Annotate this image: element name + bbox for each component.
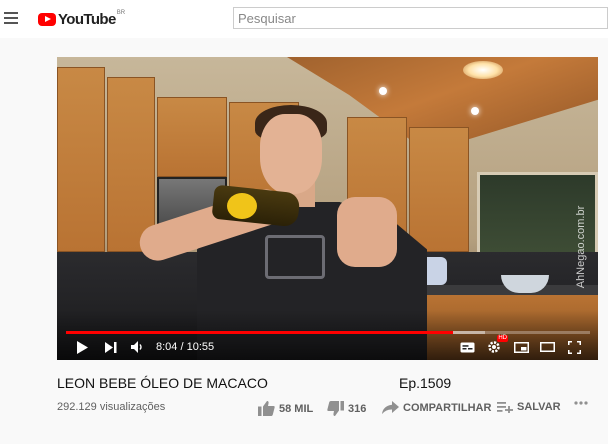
save-button[interactable]: SALVAR xyxy=(497,401,561,413)
current-time: 8:04 xyxy=(156,341,178,353)
fullscreen-button[interactable] xyxy=(565,339,583,355)
progress-bar[interactable] xyxy=(66,331,590,334)
share-button[interactable]: COMPARTILHAR xyxy=(382,401,491,414)
like-button[interactable]: 58 MIL xyxy=(258,401,313,416)
video-player[interactable]: AhNegao.com.br 8:04 / 10:55 HD xyxy=(57,57,598,360)
subtitles-button[interactable] xyxy=(458,339,476,355)
skip-next-icon xyxy=(105,341,117,353)
theater-mode-icon xyxy=(539,342,555,352)
play-button[interactable] xyxy=(74,339,90,355)
youtube-play-logo-icon xyxy=(38,12,56,26)
search-input[interactable] xyxy=(234,8,607,28)
playlist-add-icon xyxy=(497,402,513,413)
logo-text: YouTube xyxy=(58,10,116,28)
watermark: AhNegao.com.br xyxy=(575,205,587,289)
subtitles-icon xyxy=(460,342,474,352)
next-button[interactable] xyxy=(103,339,119,355)
more-actions-button[interactable] xyxy=(574,401,592,405)
gear-icon xyxy=(488,341,500,353)
hamburger-icon[interactable] xyxy=(4,12,18,24)
progress-played xyxy=(66,331,453,334)
thumbs-down-icon xyxy=(327,401,344,416)
duration: 10:55 xyxy=(186,341,215,353)
dislike-button[interactable]: 316 xyxy=(327,401,366,416)
view-count: 292.129 visualizações xyxy=(57,401,166,413)
video-title: LEON BEBE ÓLEO DE MACACO xyxy=(57,375,268,391)
share-label: COMPARTILHAR xyxy=(403,401,492,414)
hd-badge: HD xyxy=(497,335,508,342)
dislike-count: 316 xyxy=(348,402,367,415)
theater-mode-button[interactable] xyxy=(538,339,556,355)
like-count: 58 MIL xyxy=(279,402,314,415)
search-box[interactable] xyxy=(233,7,608,29)
masthead: YouTube BR xyxy=(0,0,608,38)
logo-region: BR xyxy=(116,10,126,16)
fullscreen-icon xyxy=(567,340,581,354)
save-label: SALVAR xyxy=(517,401,561,413)
volume-icon xyxy=(131,341,142,353)
youtube-logo[interactable]: YouTube BR xyxy=(38,10,125,28)
more-horizontal-icon xyxy=(574,401,588,405)
share-arrow-icon xyxy=(382,401,399,414)
thumbs-up-icon xyxy=(258,401,275,416)
miniplayer-button[interactable] xyxy=(512,339,530,355)
miniplayer-icon xyxy=(513,341,529,353)
time-display: 8:04 / 10:55 xyxy=(156,341,214,353)
time-separator: / xyxy=(177,341,187,353)
video-episode: Ep.1509 xyxy=(399,375,452,391)
play-icon xyxy=(77,340,88,354)
volume-button[interactable] xyxy=(129,339,147,355)
settings-button[interactable]: HD xyxy=(485,335,508,355)
